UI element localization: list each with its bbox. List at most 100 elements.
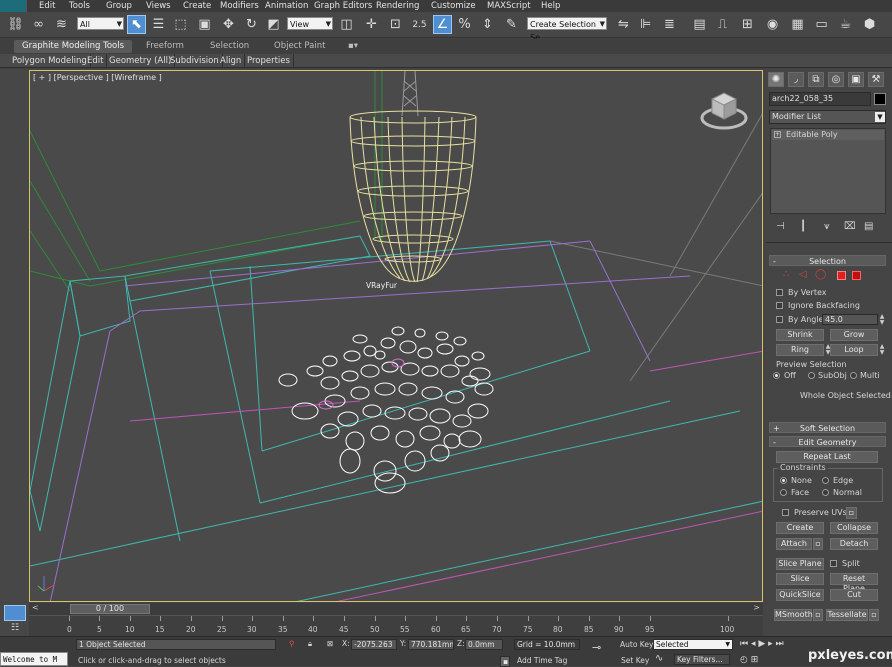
menu-graph-editors[interactable]: Graph Editors (314, 0, 372, 12)
menu-tools[interactable]: Tools (69, 0, 90, 12)
collapse-button[interactable]: Collapse (830, 522, 878, 534)
menu-customize[interactable]: Customize (431, 0, 476, 12)
edit-geometry-rollout-header[interactable]: - Edit Geometry (769, 436, 886, 447)
tab-selection[interactable]: Selection (202, 40, 257, 53)
perspective-viewport[interactable]: [ + ] [Perspective ] [Wireframe ] VRayFu… (29, 70, 763, 602)
attach-settings-icon[interactable]: ▫ (813, 538, 823, 550)
vertex-mode-icon[interactable]: ∴ (783, 270, 789, 280)
reference-coordinate-dropdown[interactable]: View ▼ (287, 17, 333, 30)
prev-frame-icon[interactable]: < (32, 603, 39, 612)
menu-maxscript[interactable]: MAXScript (487, 0, 531, 12)
detach-button[interactable]: Detach (830, 538, 878, 550)
show-end-result-icon[interactable]: ┃ (800, 222, 806, 232)
graphite-toggle-icon[interactable]: ▤ (690, 15, 709, 34)
ring-button[interactable]: Ring (776, 344, 824, 356)
ribbon-align[interactable]: Align (217, 54, 246, 68)
mini-curve-editor-icon[interactable] (4, 605, 26, 621)
element-mode-icon[interactable] (852, 271, 861, 280)
key-filters-button[interactable]: Key Filters... (674, 654, 730, 665)
key-mode-dropdown[interactable]: Selected ▼ (653, 639, 733, 650)
named-selection-dropdown[interactable]: Create Selection Se ▼ (527, 17, 607, 42)
time-config-icon[interactable]: ◴ ⊞ (740, 655, 758, 665)
rectangle-selection-icon[interactable]: ⬚ (171, 15, 190, 34)
curve-editor-icon[interactable]: ⎍ (713, 15, 732, 34)
pivot-center-icon[interactable]: ◫ (337, 15, 356, 34)
stack-item-editable-poly[interactable]: + Editable Poly (772, 130, 884, 140)
x-coordinate-field[interactable]: -2075.263 (351, 639, 397, 650)
select-manipulate-icon[interactable]: ✛ (362, 15, 381, 34)
make-unique-icon[interactable]: ⩛ (824, 222, 830, 232)
tab-object-paint[interactable]: Object Paint (266, 40, 333, 53)
motion-tab-icon[interactable]: ◎ (828, 72, 844, 87)
cut-button[interactable]: Cut (830, 589, 878, 601)
y-coordinate-field[interactable]: 770.181mm (408, 639, 454, 650)
angle-spinner-field[interactable]: 45.0 (822, 314, 878, 325)
render-setup-icon[interactable]: ▦ (788, 15, 807, 34)
layer-manager-icon[interactable]: ≣ (660, 15, 679, 34)
ribbon-geometry-all[interactable]: Geometry (All) (106, 54, 176, 68)
mirror-icon[interactable]: ⇋ (614, 15, 633, 34)
preview-subobj-radio[interactable] (808, 372, 815, 379)
constraint-edge-radio[interactable] (822, 477, 829, 484)
window-crossing-icon[interactable]: ▣ (195, 15, 214, 34)
reset-plane-button[interactable]: Reset Plane (830, 573, 878, 593)
create-tab-icon[interactable]: ✺ (768, 72, 784, 87)
slice-plane-button[interactable]: Slice Plane (776, 558, 824, 570)
create-button[interactable]: Create (776, 522, 824, 534)
time-tag-icon[interactable]: ▪ (500, 656, 510, 667)
z-coordinate-field[interactable]: 0.0mm (465, 639, 503, 650)
key-icon[interactable]: ⊸ (592, 642, 601, 653)
playback-controls[interactable]: ⏮ ◂ ▶ ▸ ⏭ (740, 639, 784, 649)
time-slider[interactable]: < 0 / 100 > (29, 603, 763, 615)
menu-views[interactable]: Views (146, 0, 171, 12)
ribbon-properties[interactable]: Properties (244, 54, 294, 68)
menu-create[interactable]: Create (183, 0, 211, 12)
shrink-button[interactable]: Shrink (776, 329, 824, 341)
hierarchy-tab-icon[interactable]: ⧉ (808, 72, 824, 87)
utilities-tab-icon[interactable]: ⚒ (868, 72, 884, 87)
preserve-uvs-settings-icon[interactable]: ▫ (846, 507, 857, 519)
polygon-mode-icon[interactable] (837, 271, 846, 280)
keyboard-shortcut-icon[interactable]: ⊡ (386, 15, 405, 34)
select-by-name-icon[interactable]: ☰ (149, 15, 168, 34)
loop-button[interactable]: Loop (830, 344, 878, 356)
isolate-icon[interactable]: ⚲ (289, 639, 295, 649)
maxscript-listener[interactable]: Welcome to M (0, 652, 68, 666)
edge-mode-icon[interactable]: ◁ (799, 270, 807, 280)
msmooth-settings-icon[interactable]: ▫ (813, 609, 823, 621)
selection-filter-dropdown[interactable]: All ▼ (77, 17, 124, 30)
tab-graphite-modeling-tools[interactable]: Graphite Modeling Tools (14, 40, 133, 53)
remove-modifier-icon[interactable]: ⌧ (844, 222, 856, 232)
modify-tab-icon[interactable]: ◞ (788, 72, 804, 87)
rendered-frame-icon[interactable]: ▭ (812, 15, 831, 34)
render-production-icon[interactable]: ☕ (836, 15, 855, 34)
tab-freeform[interactable]: Freeform (138, 40, 192, 53)
select-object-icon[interactable]: ⬉ (127, 15, 146, 34)
ribbon-options-icon[interactable]: ▪▾ (344, 40, 362, 53)
configure-sets-icon[interactable]: ▤ (864, 222, 873, 232)
menu-rendering[interactable]: Rendering (376, 0, 419, 12)
preview-off-radio[interactable] (773, 372, 780, 379)
angle-snap-icon[interactable]: ∠ (433, 15, 452, 34)
add-time-tag[interactable]: Add Time Tag (517, 656, 567, 666)
quickslice-button[interactable]: QuickSlice (776, 589, 824, 601)
menu-edit[interactable]: Edit (39, 0, 55, 12)
menu-animation[interactable]: Animation (265, 0, 308, 12)
menu-modifiers[interactable]: Modifiers (220, 0, 259, 12)
track-bar-icon[interactable]: ☷ (6, 623, 24, 633)
render-iterative-icon[interactable]: ⬢ (860, 15, 879, 34)
ribbon-edit[interactable]: Edit (84, 54, 108, 68)
scale-icon[interactable]: ◩ (264, 15, 283, 34)
by-vertex-checkbox[interactable] (776, 289, 783, 296)
selection-rollout-header[interactable]: - Selection (769, 255, 886, 266)
preview-multi-radio[interactable] (850, 372, 857, 379)
preserve-uvs-checkbox[interactable] (782, 509, 789, 516)
snap-toggle-icon[interactable]: 2.5 (410, 15, 429, 34)
by-angle-checkbox[interactable] (776, 316, 783, 323)
rotate-icon[interactable]: ↻ (242, 15, 261, 34)
material-editor-icon[interactable]: ◉ (763, 15, 782, 34)
loop-spinner[interactable]: ▲ ▼ (879, 344, 885, 356)
constraint-face-radio[interactable] (780, 489, 787, 496)
link-icon[interactable]: ⛓ (6, 15, 25, 34)
set-key-button[interactable]: Set Key (621, 656, 649, 666)
